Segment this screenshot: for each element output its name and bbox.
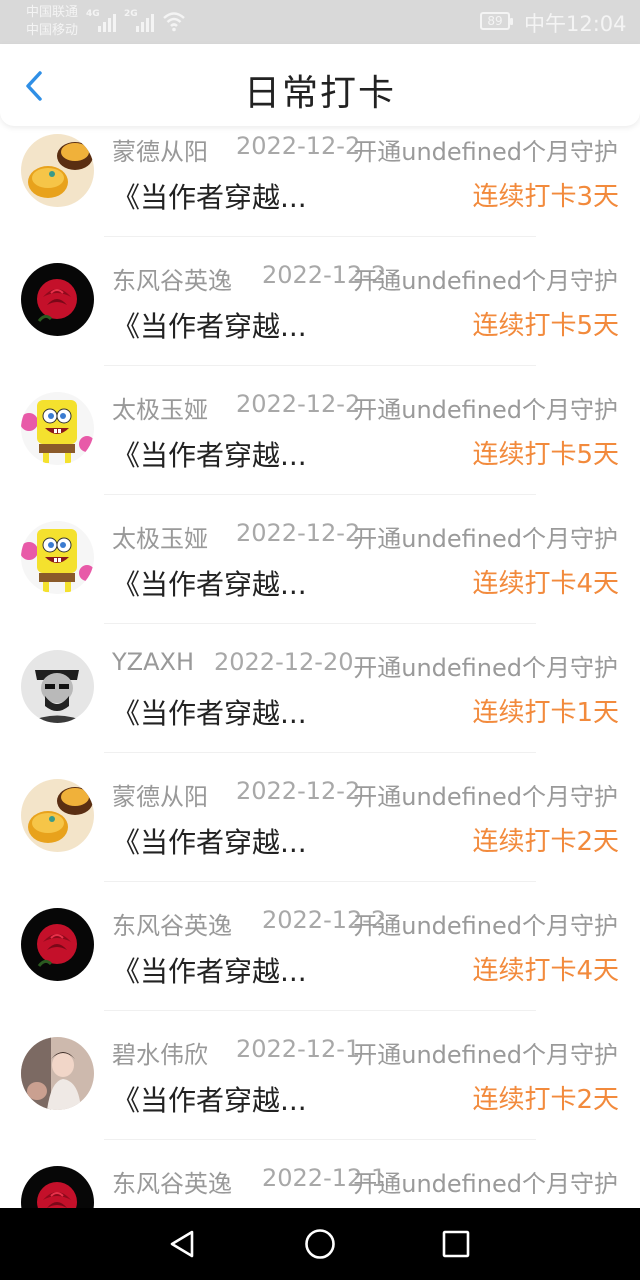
- list-item[interactable]: 蒙德从阳 2022-12-2 开通undefined个月守护《当作者穿越... 连续打…: [0, 126, 640, 255]
- guard-status: 开通undefined个月守护: [353, 525, 618, 553]
- guard-status: 开通undefined个月守护: [353, 138, 618, 166]
- spongebob-avatar[interactable]: [21, 392, 94, 465]
- row-divider: [104, 752, 536, 753]
- status-bar: 中国联通 中国移动 4G 2G 89 中午12:04: [0, 0, 640, 44]
- user-name: 太极玉娅: [112, 525, 208, 553]
- streak-count: 连续打卡4天: [472, 569, 619, 599]
- guard-status: 开通undefined个月守护: [353, 267, 618, 295]
- book-title: 《当作者穿越...: [112, 697, 307, 730]
- streak-count: 连续打卡5天: [472, 440, 619, 470]
- checkin-date: 2022-12-2: [236, 519, 361, 547]
- rose-avatar[interactable]: [21, 908, 94, 981]
- list-item[interactable]: 东风谷英逸 2022-12-2 开通undefined个月守护 《当作者穿越... 连续…: [0, 900, 640, 1029]
- checkin-list[interactable]: 蒙德从阳 2022-12-2 开通undefined个月守护 《当作者穿越... 连续打…: [0, 126, 640, 1208]
- checkin-date: 2022-12-20: [214, 648, 354, 676]
- page-header: 日常打卡: [0, 44, 640, 126]
- book-title: 《当作者穿越...: [112, 568, 307, 601]
- back-triangle-icon[interactable]: [164, 1226, 200, 1262]
- photo-avatar[interactable]: [21, 1037, 94, 1110]
- guard-status: 开通undefined个月守护: [353, 654, 618, 682]
- list-item[interactable]: 东风谷英逸 2022-12-1 开通undefined个月守护: [0, 1158, 640, 1208]
- row-divider: [104, 365, 536, 366]
- row-divider: [104, 494, 536, 495]
- recents-square-icon[interactable]: [438, 1226, 474, 1262]
- user-name: 蒙德从阳: [112, 783, 208, 811]
- checkin-date: 2022-12-2: [236, 132, 361, 160]
- list-item[interactable]: YZAXH 2022-12-20 开通undefined个月守护《当作者穿越... 连…: [0, 642, 640, 771]
- streak-count: 连续打卡3天: [472, 182, 619, 212]
- signal-icon-2: [136, 10, 154, 32]
- list-item[interactable]: 碧水伟欣 2022-12-1 开通undefined个月守护《当作者穿越... 连续打…: [0, 1029, 640, 1158]
- cake-avatar[interactable]: [21, 779, 94, 852]
- carrier-1: 中国联通: [26, 5, 79, 20]
- row-divider: [104, 236, 536, 237]
- user-name: 东风谷英逸: [112, 267, 232, 295]
- streak-count: 连续打卡1天: [472, 698, 619, 728]
- signal-icon: [98, 10, 116, 32]
- cake-avatar[interactable]: [21, 134, 94, 207]
- rose-avatar[interactable]: [21, 263, 94, 336]
- checkin-date: 2022-12-2: [236, 777, 361, 805]
- streak-count: 连续打卡2天: [472, 827, 619, 857]
- list-item[interactable]: 东风谷英逸 2022-12-2 开通undefined个月守护 《当作者穿越... 连续…: [0, 255, 640, 384]
- status-clock: 中午12:04: [524, 12, 627, 36]
- checkin-date: 2022-12-2: [236, 390, 361, 418]
- streak-count: 连续打卡5天: [472, 311, 619, 341]
- page-title: 日常打卡: [243, 73, 396, 114]
- book-title: 《当作者穿越...: [112, 826, 307, 859]
- streak-count: 连续打卡4天: [472, 956, 619, 986]
- home-circle-icon[interactable]: [302, 1226, 338, 1262]
- guard-status: 开通undefined个月守护: [353, 912, 618, 940]
- user-name: 蒙德从阳: [112, 138, 208, 166]
- carrier-2: 中国移动: [26, 23, 79, 38]
- wifi-icon: [163, 12, 185, 32]
- list-item[interactable]: 太极玉娅 2022-12-2 开通undefined个月守护《当作者穿越... 连续打…: [0, 513, 640, 642]
- streak-count: 连续打卡2天: [472, 1085, 619, 1115]
- book-title: 《当作者穿越...: [112, 1084, 307, 1117]
- book-title: 《当作者穿越...: [112, 310, 307, 343]
- battery-icon: 89: [480, 12, 513, 30]
- rose-avatar[interactable]: [21, 1166, 94, 1208]
- book-title: 《当作者穿越...: [112, 955, 307, 988]
- user-name: 太极玉娅: [112, 396, 208, 424]
- book-title: 《当作者穿越...: [112, 181, 307, 214]
- user-name: 碧水伟欣: [112, 1041, 208, 1069]
- list-item[interactable]: 太极玉娅 2022-12-2 开通undefined个月守护《当作者穿越... 连续打…: [0, 384, 640, 513]
- row-divider: [104, 1010, 536, 1011]
- user-name: 东风谷英逸: [112, 912, 232, 940]
- row-divider: [104, 1139, 536, 1140]
- person-avatar[interactable]: [21, 650, 94, 723]
- row-divider: [104, 881, 536, 882]
- row-divider: [104, 623, 536, 624]
- guard-status: 开通undefined个月守护: [353, 1041, 618, 1069]
- book-title: 《当作者穿越...: [112, 439, 307, 472]
- user-name: YZAXH: [112, 648, 195, 676]
- guard-status: 开通undefined个月守护: [353, 783, 618, 811]
- list-item[interactable]: 蒙德从阳 2022-12-2 开通undefined个月守护《当作者穿越... 连续打…: [0, 771, 640, 900]
- carrier-labels: 中国联通 中国移动: [26, 4, 78, 40]
- spongebob-avatar[interactable]: [21, 521, 94, 594]
- checkin-date: 2022-12-1: [236, 1035, 361, 1063]
- user-name: 东风谷英逸: [112, 1170, 232, 1198]
- guard-status: 开通undefined个月守护: [353, 396, 618, 424]
- battery-level: 89: [487, 14, 503, 28]
- system-nav-bar: [0, 1208, 640, 1280]
- guard-status: 开通undefined个月守护: [353, 1170, 618, 1198]
